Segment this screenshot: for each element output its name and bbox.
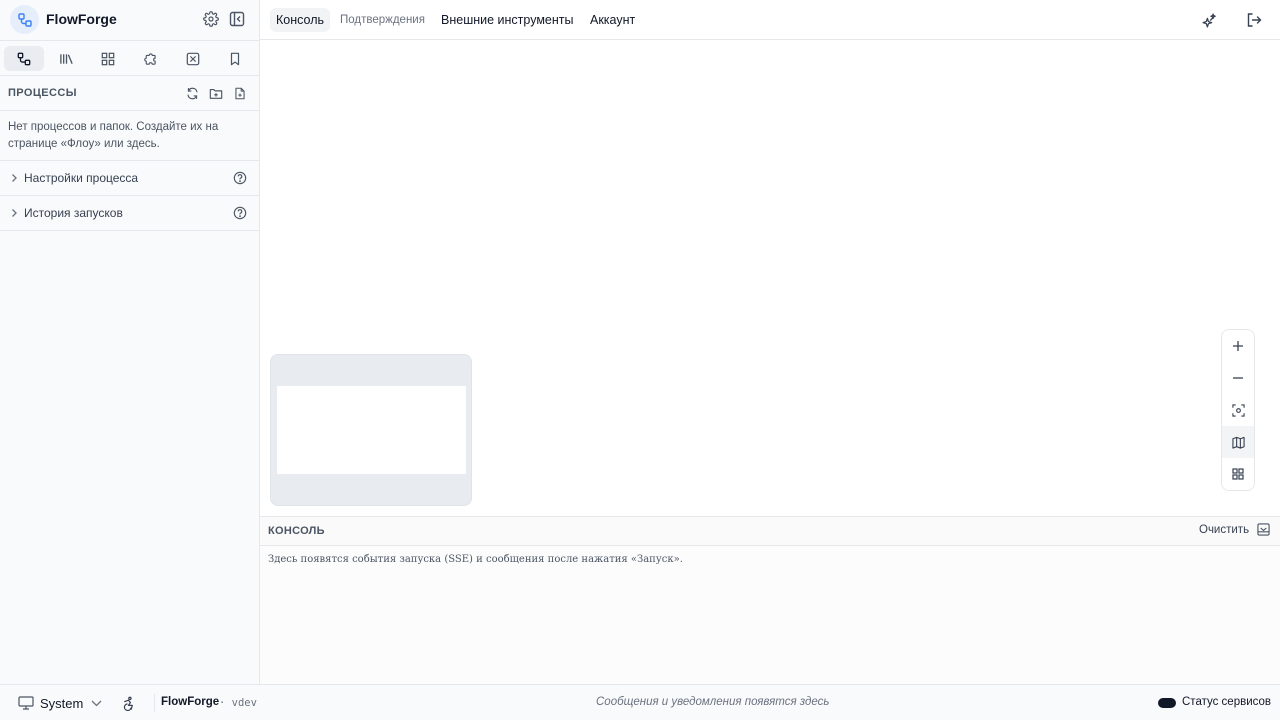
new-folder-icon[interactable] [208, 85, 224, 101]
plus-icon [1233, 341, 1243, 351]
processes-header: ПРОЦЕССЫ [0, 76, 259, 111]
console-empty-message: Здесь появятся события запуска (SSE) и с… [268, 554, 683, 565]
map-icon [1231, 436, 1245, 449]
tab-account[interactable]: Аккаунт [584, 8, 641, 32]
accordion-label: Настройки процесса [24, 171, 139, 185]
chevron-right-icon [9, 173, 19, 183]
refresh-icon[interactable] [184, 85, 200, 101]
theme-select-value: System [40, 696, 84, 711]
flow-canvas[interactable] [260, 40, 1280, 516]
accordion-process-settings[interactable]: Настройки процесса [0, 160, 259, 195]
processes-title: ПРОЦЕССЫ [8, 87, 77, 99]
accordion-run-history[interactable]: История запусков [0, 195, 259, 231]
accessibility-icon[interactable] [120, 695, 136, 711]
sidebar: FlowForge ПРОЦЕССЫ Нет процессов и папок… [0, 0, 260, 684]
monitor-icon [18, 696, 34, 710]
help-circle-icon[interactable] [233, 206, 247, 220]
console-clear-button[interactable]: Очистить [1199, 524, 1249, 536]
accordion-label: История запусков [24, 206, 123, 220]
bookmark-icon [230, 52, 240, 65]
top-bar: Консоль Подтверждения Внешние инструмент… [260, 0, 1280, 40]
grid-toggle-button[interactable] [1222, 458, 1254, 490]
zoom-out-button[interactable] [1222, 362, 1254, 394]
tab-external-tools[interactable]: Внешние инструменты [435, 8, 579, 32]
settings-gear-icon[interactable] [202, 10, 220, 28]
chevron-down-icon [90, 698, 102, 708]
minus-icon [1233, 377, 1243, 379]
minimap[interactable] [270, 354, 472, 506]
collapse-panel-icon[interactable] [1256, 522, 1270, 536]
processes-empty-message: Нет процессов и папок. Создайте их на ст… [8, 121, 219, 150]
footer-version: · vdev [219, 697, 257, 709]
fit-view-icon [1231, 403, 1245, 417]
console-panel: КОНСОЛЬ Очистить Здесь появятся события … [260, 516, 1280, 684]
divider [154, 694, 155, 712]
sidebar-tab-tools[interactable] [173, 46, 213, 71]
library-icon [59, 53, 73, 64]
help-circle-icon[interactable] [233, 171, 247, 185]
tools-icon [186, 52, 200, 65]
sidebar-tab-grid[interactable] [88, 46, 128, 71]
grid-icon [1232, 468, 1244, 480]
minimap-toggle-button[interactable] [1222, 426, 1254, 458]
fit-view-button[interactable] [1222, 394, 1254, 426]
console-header: КОНСОЛЬ Очистить [260, 517, 1280, 546]
puzzle-icon [143, 53, 156, 65]
status-indicator-icon [1158, 698, 1176, 708]
sidebar-tab-flows[interactable] [4, 46, 44, 71]
tab-approvals[interactable]: Подтверждения [334, 8, 431, 32]
app-logo-icon [10, 5, 39, 34]
chevron-right-icon [9, 208, 19, 218]
app-name: FlowForge [46, 11, 117, 27]
footer-brand: FlowForge [161, 696, 220, 708]
status-message: Сообщения и уведомления появятся здесь [596, 696, 830, 708]
console-title: КОНСОЛЬ [268, 525, 325, 537]
zoom-in-button[interactable] [1222, 330, 1254, 362]
sidebar-tab-library[interactable] [46, 46, 86, 71]
sidebar-tab-plugins[interactable] [130, 46, 170, 71]
canvas-controls [1221, 329, 1255, 491]
minimap-viewport[interactable] [277, 386, 466, 474]
services-status-label: Статус сервисов [1182, 696, 1272, 708]
ai-sparkles-icon[interactable] [1200, 11, 1218, 29]
status-bar: System FlowForge · vdev Сообщения и увед… [0, 684, 1280, 720]
tab-console[interactable]: Консоль [270, 8, 331, 32]
logout-icon[interactable] [1245, 11, 1263, 29]
grid-icon [101, 52, 115, 65]
sidebar-tab-bookmarks[interactable] [215, 46, 255, 71]
flows-icon [17, 52, 31, 65]
collapse-sidebar-icon[interactable] [228, 10, 246, 28]
sidebar-tabs [0, 40, 259, 76]
new-file-icon[interactable] [232, 85, 248, 101]
sidebar-header: FlowForge [0, 0, 259, 40]
